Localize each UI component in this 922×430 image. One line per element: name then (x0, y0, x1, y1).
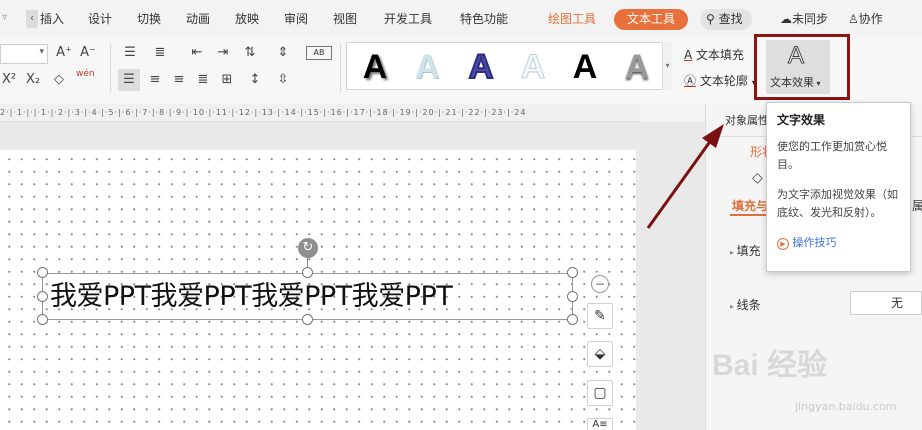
align-right-icon[interactable]: ≡ (170, 72, 188, 88)
distribute-icon[interactable]: ⊞ (218, 72, 236, 88)
tooltip-title: 文字效果 (777, 113, 826, 127)
resize-handle[interactable] (302, 267, 313, 278)
tab-special[interactable]: 特色功能 (460, 10, 508, 27)
collab-button[interactable]: ♙协作 (848, 10, 883, 27)
text-outline-icon: Ⓐ (684, 74, 697, 88)
unsync-button[interactable]: ☁未同步 (780, 10, 828, 27)
line-style-select[interactable]: 无 (850, 291, 922, 315)
tooltip-description: 使您的工作更加赏心悦目。 (777, 140, 887, 171)
collapse-chevron-icon[interactable]: ▿ (2, 12, 7, 23)
increase-indent-icon[interactable]: ⇥ (214, 45, 232, 61)
gallery-more-button[interactable]: ▾ (662, 42, 672, 90)
sort-icon[interactable]: ⇅ (240, 45, 260, 61)
brush-icon[interactable]: ✎ (587, 303, 613, 329)
grow-font-icon[interactable]: A⁺ (56, 45, 72, 61)
decrease-indent-icon[interactable]: ⇤ (188, 45, 206, 61)
line-section[interactable]: ▸ 线条 (730, 296, 761, 313)
play-icon: ▶ (777, 238, 789, 250)
text-effect-tooltip: 文字效果 使您的工作更加赏心悦目。 为文字添加视觉效果（如底纹、发光和反射）。 … (766, 102, 911, 272)
pane-header: 对象属性 (725, 114, 769, 127)
tab-transition[interactable]: 切换 (137, 10, 161, 27)
font-size-select[interactable]: ▾ (0, 44, 48, 64)
tooltip-detail: 为文字添加视觉效果（如底纹、发光和反射）。 (777, 188, 898, 219)
chevron-down-icon: ▾ (39, 47, 44, 57)
search-icon: ⚲ (706, 12, 715, 26)
tab-attributes[interactable]: 属性 (912, 197, 922, 214)
textbox-text[interactable]: 我爱PPT我爱PPT我爱PPT我爱PPT (50, 279, 566, 315)
fill-line-icon[interactable]: ◇ (752, 170, 763, 186)
active-tab-underline (730, 214, 770, 216)
tooltip-tips-label[interactable]: 操作技巧 (793, 236, 837, 249)
text-direction-button[interactable]: AB (306, 46, 332, 60)
tab-slideshow[interactable]: 放映 (235, 10, 259, 27)
align-left-icon: ☰ (123, 72, 135, 87)
text-outline-button[interactable]: Ⓐ 文本轮廓 ▾ (684, 72, 756, 89)
tab-review[interactable]: 审阅 (284, 10, 308, 27)
tab-developer[interactable]: 开发工具 (384, 10, 432, 27)
tab-design[interactable]: 设计 (88, 10, 112, 27)
resize-handle[interactable] (567, 314, 578, 325)
wordart-style-3[interactable]: A (457, 48, 505, 86)
wordart-style-5[interactable]: A (561, 49, 609, 85)
bullets-icon[interactable]: ☰ (120, 45, 140, 61)
text-fill-button[interactable]: A 文本填充 (684, 46, 744, 63)
align-center-icon[interactable]: ≡ (146, 72, 164, 88)
rotate-handle-icon[interactable]: ↻ (298, 238, 318, 258)
numbering-icon[interactable]: ≣ (150, 45, 170, 61)
tooltip-tips-link[interactable]: ▶ 操作技巧 (777, 234, 900, 250)
watermark-url: jingyan.baidu.com (795, 400, 897, 413)
fill-section[interactable]: ▸ 填充 (730, 242, 761, 259)
phonetic-icon[interactable]: wén (76, 69, 95, 79)
wordart-style-2[interactable]: A (403, 49, 451, 85)
ribbon-divider (340, 44, 341, 92)
resize-handle[interactable] (567, 267, 578, 278)
shrink-font-icon[interactable]: A⁻ (80, 45, 96, 61)
outline-frame-icon[interactable]: ▢ (587, 380, 613, 406)
text-fill-icon: A (684, 48, 693, 62)
wordart-style-gallery: A A A A A A (346, 42, 672, 90)
fill-bucket-icon[interactable]: ⬙ (587, 341, 613, 367)
superscript-icon[interactable]: X² (0, 72, 18, 88)
highlight-box (754, 34, 850, 100)
resize-handle[interactable] (567, 291, 578, 302)
text-outline-label: 文本轮廓 (699, 74, 748, 88)
justify-icon[interactable]: ≣ (194, 72, 212, 88)
text-fill-label: 文本填充 (696, 48, 745, 62)
tab-animation[interactable]: 动画 (186, 10, 210, 27)
collab-label: 协作 (858, 12, 883, 26)
unsync-label: 未同步 (792, 12, 829, 26)
line-spacing-icon[interactable]: ⇕ (272, 45, 294, 61)
cloud-icon: ☁ (780, 12, 792, 26)
resize-handle[interactable] (302, 314, 313, 325)
collapse-minus-icon[interactable]: − (591, 275, 609, 293)
search-label: 查找 (718, 12, 743, 26)
align-left-button[interactable]: ☰ (118, 69, 140, 91)
annotation-arrow (646, 124, 724, 229)
text-layout-icon[interactable]: A≡ (587, 418, 613, 430)
ruler: 2·|·1·|·|·1·|·2·|·3·|·4·|·5·|·6·|·7·|·8·… (0, 104, 640, 122)
resize-handle[interactable] (37, 314, 48, 325)
wordart-style-1[interactable]: A (351, 49, 399, 85)
paragraph-spacing-icon[interactable]: ↕ (244, 72, 266, 88)
resize-handle[interactable] (37, 291, 48, 302)
ribbon-divider (110, 44, 111, 92)
columns-icon[interactable]: ⇳ (272, 72, 294, 88)
subscript-icon[interactable]: X₂ (24, 72, 42, 88)
tab-fill-and-line[interactable]: 填充与 (732, 197, 768, 214)
tab-view[interactable]: 视图 (333, 10, 357, 27)
line-label: 线条 (736, 298, 761, 312)
tab-insert[interactable]: 插入 (40, 10, 64, 27)
user-icon: ♙ (848, 12, 859, 26)
clear-format-icon[interactable]: ◇ (50, 72, 68, 88)
resize-handle[interactable] (37, 267, 48, 278)
tab-text-tools[interactable]: 文本工具 (614, 9, 688, 30)
tabs-scroll-left-button[interactable]: ‹ (26, 10, 38, 28)
fill-label: 填充 (736, 244, 761, 258)
wordart-style-6[interactable]: A (613, 49, 661, 85)
wordart-style-4[interactable]: A (509, 49, 557, 86)
search-button[interactable]: ⚲ 查找 (700, 9, 752, 30)
baidu-watermark: Bai 经验 (712, 349, 828, 382)
tab-drawing-tools[interactable]: 绘图工具 (548, 10, 596, 27)
